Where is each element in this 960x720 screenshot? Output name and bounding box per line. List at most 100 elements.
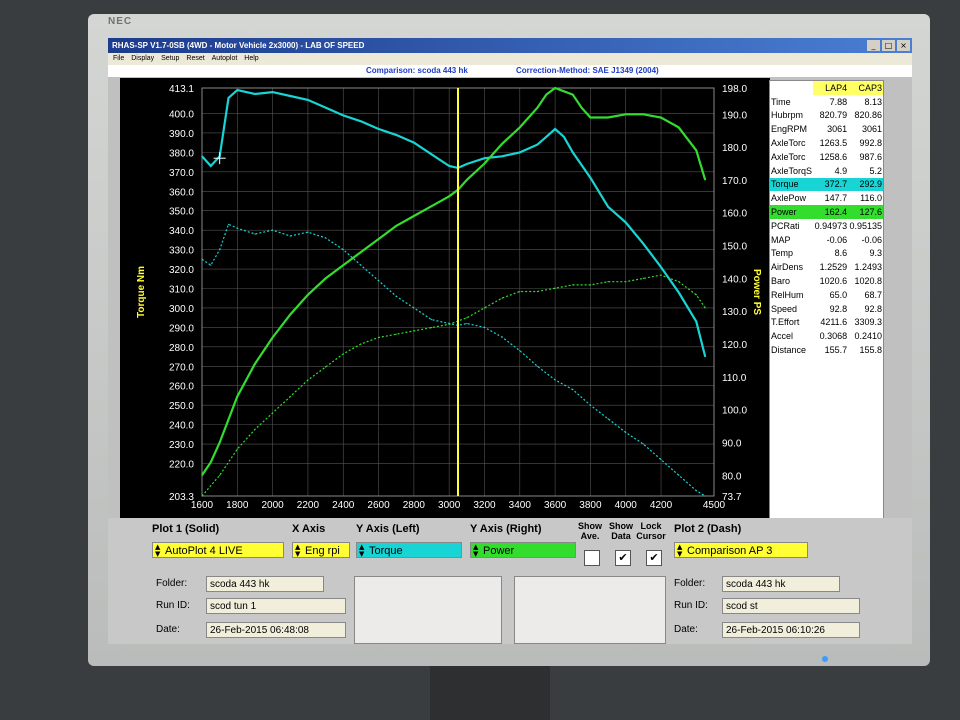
menu-reset[interactable]: Reset	[186, 55, 204, 62]
series-0-point	[201, 155, 203, 157]
series-2-point	[607, 418, 609, 420]
show-data-checkbox[interactable]: ✔	[615, 550, 631, 566]
x-tick-label: 2800	[403, 500, 426, 511]
yaxis-left-select[interactable]: ▲ ▼ Torque	[356, 542, 462, 558]
data-row-value-lap4: 8.6	[834, 248, 848, 259]
show-ave-checkbox[interactable]	[584, 550, 600, 566]
data-row-name: Distance	[771, 345, 807, 356]
series-1-point	[589, 116, 592, 119]
menu-setup[interactable]: Setup	[161, 55, 179, 62]
series-2-point	[307, 231, 309, 233]
data-row-value-lap4: 3061	[827, 124, 848, 135]
series-right-solid-line	[201, 86, 707, 476]
series-3-point	[448, 323, 450, 325]
series-1-point	[289, 313, 291, 316]
series-left-dashed-line	[201, 223, 706, 497]
lock-cursor-checkbox[interactable]: ✔	[646, 550, 662, 566]
x-tick-label: 1800	[226, 500, 249, 511]
series-3-point	[395, 333, 397, 335]
run1-runid-field[interactable]: scod tun 1	[206, 598, 346, 614]
data-row-name: T.Effort	[771, 317, 800, 328]
series-3-point	[236, 448, 238, 450]
run1-folder-field[interactable]: scoda 443 hk	[206, 576, 324, 592]
chart-area[interactable]: 1600 1800 2000 2200 2400 2600 2800 3000 3200 3400…	[120, 78, 770, 540]
y-right-axis-title: Power PS	[751, 269, 762, 315]
data-row-value-cap3: 116.0	[860, 193, 882, 204]
series-0-point	[324, 107, 327, 109]
series-1-point	[466, 179, 468, 181]
y-right-tick-label: 150.0	[722, 242, 747, 253]
series-2-point	[704, 495, 706, 497]
series-3-point	[430, 327, 433, 329]
series-3-point	[360, 343, 362, 345]
data-row-value-lap4: 372.7	[813, 177, 849, 192]
series-0-point	[448, 165, 450, 167]
series-3-point	[625, 281, 627, 283]
data-row: AxleTorc 1263.5 992.8	[770, 136, 883, 150]
screen: RHAS-SP V1.7-0SB (4WD - Motor Vehicle 2x…	[108, 38, 912, 644]
data-row-name: AxlePow	[771, 193, 807, 204]
spin-arrows-icon: ▲ ▼	[677, 543, 683, 558]
data-row: T.Effort 4211.6 3309.3	[770, 316, 883, 330]
series-2-point	[227, 223, 230, 225]
series-0-point	[413, 142, 415, 144]
menu-display[interactable]: Display	[131, 55, 154, 62]
series-0-point	[625, 221, 627, 223]
menu-help[interactable]: Help	[244, 55, 258, 62]
series-0-point	[536, 143, 539, 146]
data-row-value-cap3: 992.8	[859, 138, 882, 149]
data-row-name: AxleTorc	[771, 151, 806, 162]
plot1-select[interactable]: ▲ ▼ AutoPlot 4 LIVE	[152, 542, 284, 558]
y-right-tick-label: 170.0	[722, 176, 747, 187]
data-row: Baro 1020.6 1020.8	[770, 274, 883, 288]
series-2-point	[642, 443, 644, 445]
yaxis-left-label: Y Axis (Left)	[356, 523, 420, 535]
series-0-point	[660, 266, 662, 268]
series-0-point	[563, 136, 565, 138]
data-row-value-cap3: 987.6	[859, 151, 882, 162]
show-data-label: Show Data	[609, 521, 633, 541]
minimize-button[interactable]: _	[867, 40, 880, 51]
xaxis-select[interactable]: ▲ ▼ Eng rpi	[292, 542, 350, 558]
run2-date-field[interactable]: 26-Feb-2015 06:10:26	[722, 622, 860, 638]
data-row-value-cap3: 92.8	[864, 303, 882, 314]
x-tick-label: 3800	[579, 500, 602, 511]
plot2-select[interactable]: ▲ ▼ Comparison AP 3	[674, 542, 808, 558]
series-1-point	[254, 363, 256, 365]
run1-date-field[interactable]: 26-Feb-2015 06:48:08	[206, 622, 346, 638]
series-0-point	[607, 206, 609, 208]
close-button[interactable]: ×	[897, 40, 910, 51]
series-0-point	[589, 177, 592, 179]
run1-notes-panel	[354, 576, 502, 644]
series-1-point	[660, 116, 662, 119]
series-2-point	[678, 474, 680, 476]
monitor-brand: NEC	[108, 16, 133, 27]
series-3-point	[589, 284, 592, 286]
series-0-point	[289, 95, 291, 97]
series-3-point	[342, 353, 344, 355]
data-row-value-lap4: 155.7	[824, 345, 848, 356]
series-1-point	[642, 113, 644, 115]
series-3-point	[272, 412, 274, 414]
series-0-point	[377, 128, 380, 130]
series-0-point	[695, 320, 697, 323]
menu-autoplot[interactable]: Autoplot	[212, 55, 238, 62]
data-row: AxlePow 147.7 116.0	[770, 191, 883, 205]
series-1-point	[695, 149, 697, 151]
series-0-point	[501, 155, 503, 157]
maximize-button[interactable]: □	[882, 40, 895, 51]
data-panel-header-blank	[770, 81, 813, 95]
series-2-point	[572, 389, 574, 391]
series-1-point	[678, 126, 680, 128]
menu-file[interactable]: File	[113, 55, 124, 62]
series-1-point	[413, 215, 415, 217]
series-2-point	[501, 336, 503, 338]
data-row-value-cap3: 820.86	[854, 110, 882, 121]
run2-runid-field[interactable]: scod st	[722, 598, 860, 614]
yaxis-right-select[interactable]: ▲ ▼ Power	[470, 542, 576, 558]
run2-folder-field[interactable]: scoda 443 hk	[722, 576, 840, 592]
data-row-value-lap4: 92.8	[829, 303, 848, 314]
run1-runid-label: Run ID:	[156, 600, 190, 611]
series-2-point	[413, 307, 415, 309]
series-2-point	[236, 227, 238, 229]
